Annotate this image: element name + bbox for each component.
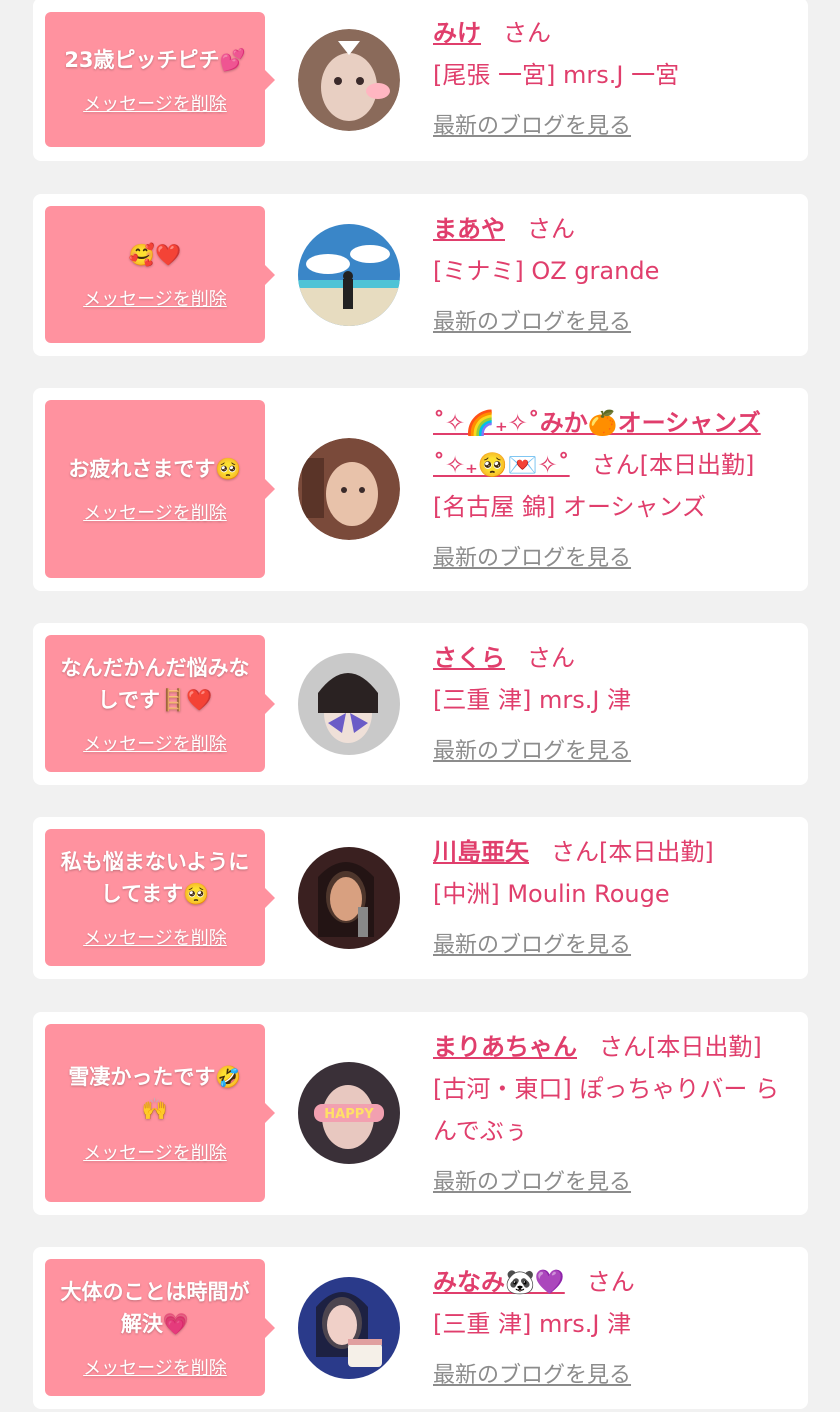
- name-line: ˚✧🌈₊✧˚みか🍊オーシャンズ˚✧₊🥺💌✧˚ さん[本日出勤]: [433, 402, 794, 486]
- latest-blog-link[interactable]: 最新のブログを見る: [433, 540, 631, 572]
- message-bubble: お疲れさまです🥺 メッセージを削除: [45, 400, 275, 578]
- profile-info: まあや さん [ミナミ] OZ grande 最新のブログを見る: [433, 208, 794, 336]
- name-line: みけ さん: [433, 12, 794, 54]
- delete-message-link[interactable]: メッセージを削除: [83, 90, 227, 116]
- shop-label: [中洲] Moulin Rouge: [433, 880, 670, 908]
- delete-message-link[interactable]: メッセージを削除: [83, 285, 227, 311]
- latest-blog-link[interactable]: 最新のブログを見る: [433, 1357, 631, 1389]
- cast-name-link[interactable]: みなみ🐼💜: [433, 1268, 565, 1296]
- honorific: さん[本日出勤]: [551, 838, 714, 866]
- message-bubble: 🥰❤️ メッセージを削除: [45, 206, 275, 343]
- honorific: さん: [586, 1268, 635, 1296]
- svg-text:HAPPY: HAPPY: [324, 1107, 374, 1122]
- cast-name-link[interactable]: さくら: [433, 644, 505, 672]
- profile-info: 川島亜矢 さん[本日出勤] [中洲] Moulin Rouge 最新のブログを見る: [433, 831, 794, 959]
- honorific: さん[本日出勤]: [599, 1033, 762, 1061]
- message-text: 雪凄かったです🤣🙌: [68, 1065, 242, 1121]
- message-card: なんだかんだ悩みなしです🪜❤️ メッセージを削除 さくら さん [三重 津] mr…: [33, 623, 808, 785]
- name-line: さくら さん: [433, 637, 794, 679]
- delete-message-link[interactable]: メッセージを削除: [83, 1139, 227, 1165]
- honorific: さん[本日出勤]: [591, 451, 755, 479]
- name-line: みなみ🐼💜 さん: [433, 1261, 794, 1303]
- message-bubble: 私も悩まないようにしてます🥺 メッセージを削除: [45, 829, 275, 966]
- message-card: 🥰❤️ メッセージを削除 まあや さん [ミナミ] OZ grande 最新のブロ…: [33, 194, 808, 356]
- message-text: 大体のことは時間が解決💗: [60, 1279, 250, 1336]
- avatar[interactable]: [298, 1277, 400, 1379]
- shop-label: [古河・東口] ぽっちゃりバー らんでぶぅ: [433, 1075, 779, 1145]
- shop-label: [三重 津] mrs.J 津: [433, 1310, 632, 1338]
- latest-blog-link[interactable]: 最新のブログを見る: [433, 108, 631, 140]
- message-card: 大体のことは時間が解決💗 メッセージを削除 みなみ🐼💜 さん [三重 津] mrs…: [33, 1247, 808, 1409]
- delete-message-link[interactable]: メッセージを削除: [83, 1354, 227, 1380]
- message-text: 23歳ピッチピチ💕: [64, 47, 246, 72]
- delete-message-link[interactable]: メッセージを削除: [83, 924, 227, 950]
- latest-blog-link[interactable]: 最新のブログを見る: [433, 304, 631, 336]
- cast-name-link[interactable]: まりあちゃん: [433, 1033, 577, 1061]
- honorific: さん: [527, 644, 575, 672]
- message-card: 23歳ピッチピチ💕 メッセージを削除 みけ さん [尾張 一宮] mrs.J 一宮…: [33, 0, 808, 161]
- message-text: なんだかんだ悩みなしです🪜❤️: [60, 655, 250, 712]
- cast-name-link[interactable]: 川島亜矢: [433, 838, 529, 866]
- shop-label: [名古屋 錦] オーシャンズ: [433, 493, 707, 521]
- profile-info: みなみ🐼💜 さん [三重 津] mrs.J 津 最新のブログを見る: [433, 1261, 794, 1389]
- profile-info: ˚✧🌈₊✧˚みか🍊オーシャンズ˚✧₊🥺💌✧˚ さん[本日出勤] [名古屋 錦] オ…: [433, 402, 794, 572]
- name-line: まりあちゃん さん[本日出勤]: [433, 1026, 794, 1068]
- avatar[interactable]: [298, 847, 400, 949]
- shop-label: [尾張 一宮] mrs.J 一宮: [433, 61, 680, 89]
- message-bubble: 大体のことは時間が解決💗 メッセージを削除: [45, 1259, 275, 1396]
- latest-blog-link[interactable]: 最新のブログを見る: [433, 1164, 631, 1196]
- latest-blog-link[interactable]: 最新のブログを見る: [433, 733, 631, 765]
- avatar[interactable]: [298, 224, 400, 326]
- message-text: お疲れさまです🥺: [68, 457, 242, 481]
- profile-info: さくら さん [三重 津] mrs.J 津 最新のブログを見る: [433, 637, 794, 765]
- profile-info: まりあちゃん さん[本日出勤] [古河・東口] ぽっちゃりバー らんでぶぅ 最新の…: [433, 1026, 794, 1196]
- message-bubble: 23歳ピッチピチ💕 メッセージを削除: [45, 12, 275, 147]
- avatar[interactable]: HAPPY: [298, 1062, 400, 1164]
- shop-label: [三重 津] mrs.J 津: [433, 686, 632, 714]
- honorific: さん: [527, 215, 575, 243]
- delete-message-link[interactable]: メッセージを削除: [83, 730, 227, 756]
- honorific: さん: [503, 19, 551, 47]
- avatar[interactable]: [298, 438, 400, 540]
- message-text: 私も悩まないようにしてます🥺: [60, 849, 250, 906]
- message-card: 私も悩まないようにしてます🥺 メッセージを削除 川島亜矢 さん[本日出勤] [中洲…: [33, 817, 808, 979]
- delete-message-link[interactable]: メッセージを削除: [83, 499, 227, 525]
- cast-name-link[interactable]: まあや: [433, 215, 505, 243]
- profile-info: みけ さん [尾張 一宮] mrs.J 一宮 最新のブログを見る: [433, 12, 794, 140]
- name-line: 川島亜矢 さん[本日出勤]: [433, 831, 794, 873]
- avatar[interactable]: [298, 29, 400, 131]
- shop-label: [ミナミ] OZ grande: [433, 257, 660, 285]
- message-card: 雪凄かったです🤣🙌 メッセージを削除 HAPPY まりあちゃん さん[本日出勤] …: [33, 1012, 808, 1215]
- latest-blog-link[interactable]: 最新のブログを見る: [433, 927, 631, 959]
- avatar[interactable]: [298, 653, 400, 755]
- message-card: お疲れさまです🥺 メッセージを削除 ˚✧🌈₊✧˚みか🍊オーシャンズ˚✧₊🥺💌✧˚…: [33, 388, 808, 591]
- message-text: 🥰❤️: [128, 242, 182, 267]
- message-bubble: 雪凄かったです🤣🙌 メッセージを削除: [45, 1024, 275, 1202]
- name-line: まあや さん: [433, 208, 794, 250]
- message-list: 23歳ピッチピチ💕 メッセージを削除 みけ さん [尾張 一宮] mrs.J 一宮…: [0, 0, 840, 1412]
- cast-name-link[interactable]: みけ: [433, 19, 481, 47]
- message-bubble: なんだかんだ悩みなしです🪜❤️ メッセージを削除: [45, 635, 275, 772]
